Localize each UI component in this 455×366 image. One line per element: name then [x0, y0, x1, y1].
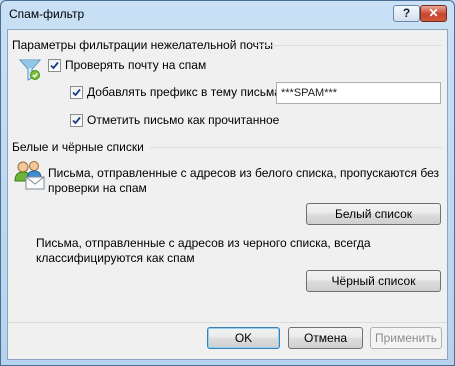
- check-spam-label: Проверять почту на спам: [65, 58, 207, 72]
- cancel-button[interactable]: Отмена: [288, 327, 363, 349]
- funnel-icon: [18, 58, 42, 85]
- add-prefix-checkbox[interactable]: Добавлять префикс в тему письма: [70, 85, 281, 99]
- ok-button[interactable]: OK: [207, 327, 280, 349]
- footer-separator: [8, 322, 447, 323]
- filter-group-divider: [256, 45, 442, 46]
- window-title: Спам-фильтр: [9, 7, 85, 21]
- close-button[interactable]: ✕: [420, 5, 447, 22]
- black-list-button[interactable]: Чёрный список: [306, 270, 441, 292]
- apply-button[interactable]: Применить: [370, 327, 442, 349]
- spam-filter-dialog: Спам-фильтр ? ✕ Параметры фильтрации неж…: [0, 0, 455, 366]
- title-bar[interactable]: Спам-фильтр ? ✕: [1, 1, 454, 29]
- mark-read-checkbox[interactable]: Отметить письмо как прочитанное: [70, 113, 279, 127]
- users-mail-icon: [13, 159, 47, 194]
- white-list-description: Письма, отправленные с адресов из белого…: [48, 166, 439, 195]
- help-button[interactable]: ?: [393, 5, 420, 22]
- lists-group-header: Белые и чёрные списки: [12, 140, 144, 154]
- add-prefix-label: Добавлять префикс в тему письма: [87, 85, 281, 99]
- filter-group-header: Параметры фильтрации нежелательной почты: [12, 38, 274, 52]
- spam-prefix-input[interactable]: ***SPAM***: [276, 82, 441, 104]
- check-spam-checkbox[interactable]: Проверять почту на спам: [48, 58, 206, 72]
- dialog-content: Параметры фильтрации нежелательной почты…: [7, 29, 448, 360]
- lists-group-divider: [150, 147, 442, 148]
- add-prefix-box[interactable]: [70, 85, 83, 99]
- check-spam-box[interactable]: [48, 58, 61, 72]
- mark-read-box[interactable]: [70, 113, 83, 127]
- white-list-button[interactable]: Белый список: [306, 203, 441, 225]
- mark-read-label: Отметить письмо как прочитанное: [87, 113, 280, 127]
- black-list-description: Письма, отправленные с адресов из черног…: [36, 236, 371, 265]
